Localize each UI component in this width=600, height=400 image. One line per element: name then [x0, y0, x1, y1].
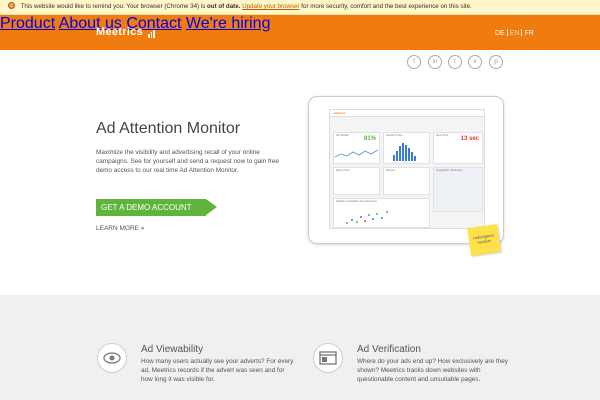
placement-scatter-chart: [346, 211, 388, 224]
lang-de[interactable]: DE: [495, 30, 505, 37]
lang-en[interactable]: EN: [510, 30, 520, 37]
hero-description: Maximize the visibility and advertising …: [96, 149, 279, 174]
logo-text: Meetrics: [96, 26, 144, 38]
browser-warning-bar: This website would like to remind you: Y…: [0, 0, 600, 15]
browser-window-icon: [313, 343, 343, 373]
eye-icon: [97, 343, 127, 373]
redesigned-version-sticker: redesigned version: [467, 224, 501, 256]
gender-age-histogram: [393, 143, 416, 161]
feature-title-verification: Ad Verification: [357, 344, 421, 355]
twitter-icon[interactable]: t: [448, 55, 462, 69]
pinterest-icon[interactable]: p: [489, 55, 503, 69]
logo-bars-icon: [148, 26, 156, 38]
xing-icon[interactable]: x: [468, 55, 482, 69]
warning-text-post: for more security, comfort and the best …: [301, 3, 472, 10]
panel-placement: Visibility & dwelltime per placement: [333, 198, 430, 228]
panel-title: View Time: [436, 134, 448, 137]
facebook-icon[interactable]: f: [407, 55, 421, 69]
dashboard-brand: meetrics: [333, 111, 346, 115]
lang-fr[interactable]: FR: [524, 30, 533, 37]
hero-title: Ad Attention Monitor: [96, 120, 241, 137]
panel-ad-visibility: Ad Visibility 81%: [333, 132, 380, 164]
get-demo-account-button[interactable]: GET A DEMO ACCOUNT: [96, 199, 217, 216]
dashboard-topbar: meetrics: [330, 110, 484, 117]
panel-value: 81%: [363, 136, 376, 142]
panel-title: Ad Visibility: [336, 134, 350, 137]
panel-title: Devices: [386, 169, 396, 172]
panel-value: 13 sec: [460, 136, 479, 142]
panel-view-time: View Time 13 sec: [433, 132, 483, 164]
panel-devices: Devices: [383, 167, 430, 195]
panel-title: Visibility & dwelltime per placement: [336, 200, 377, 203]
update-browser-link[interactable]: Update your browser: [242, 3, 299, 10]
feature-text-viewability: How many users actually see your adverts…: [141, 358, 294, 383]
panel-gender-age: Gender & Age: [383, 132, 430, 164]
warning-bold-text: out of date.: [207, 3, 241, 10]
feature-title-viewability: Ad Viewability: [141, 344, 204, 355]
dashboard-screenshot: meetrics Ad Visibility 81% Gender & Age …: [329, 109, 485, 229]
meetrics-logo[interactable]: Meetrics: [96, 26, 156, 38]
features-section: Ad Viewability How many users actually s…: [0, 295, 600, 400]
panel-geo: Geographic distribution: [433, 167, 483, 212]
panel-reach: Reach (UC): [333, 167, 380, 195]
site-header: Meetrics Product About us Contact We're …: [0, 15, 600, 50]
visibility-line-chart: [335, 149, 379, 158]
warning-text: This website would like to remind you: Y…: [20, 3, 206, 10]
panel-title: Geographic distribution: [436, 169, 463, 172]
panel-title: Gender & Age: [386, 134, 403, 137]
language-switcher: DE EN FR: [495, 29, 534, 37]
linkedin-icon[interactable]: in: [428, 55, 442, 69]
chrome-icon: [8, 2, 15, 9]
panel-title: Reach (UC): [336, 169, 350, 172]
nav-hiring[interactable]: We're hiring: [186, 15, 271, 32]
tablet-dashboard-image: meetrics Ad Visibility 81% Gender & Age …: [308, 96, 504, 244]
nav-product[interactable]: Product: [0, 15, 55, 32]
learn-more-link[interactable]: LEARN MORE »: [96, 225, 144, 232]
feature-text-verification: Where do your ads end up? How exclusivel…: [357, 358, 508, 383]
